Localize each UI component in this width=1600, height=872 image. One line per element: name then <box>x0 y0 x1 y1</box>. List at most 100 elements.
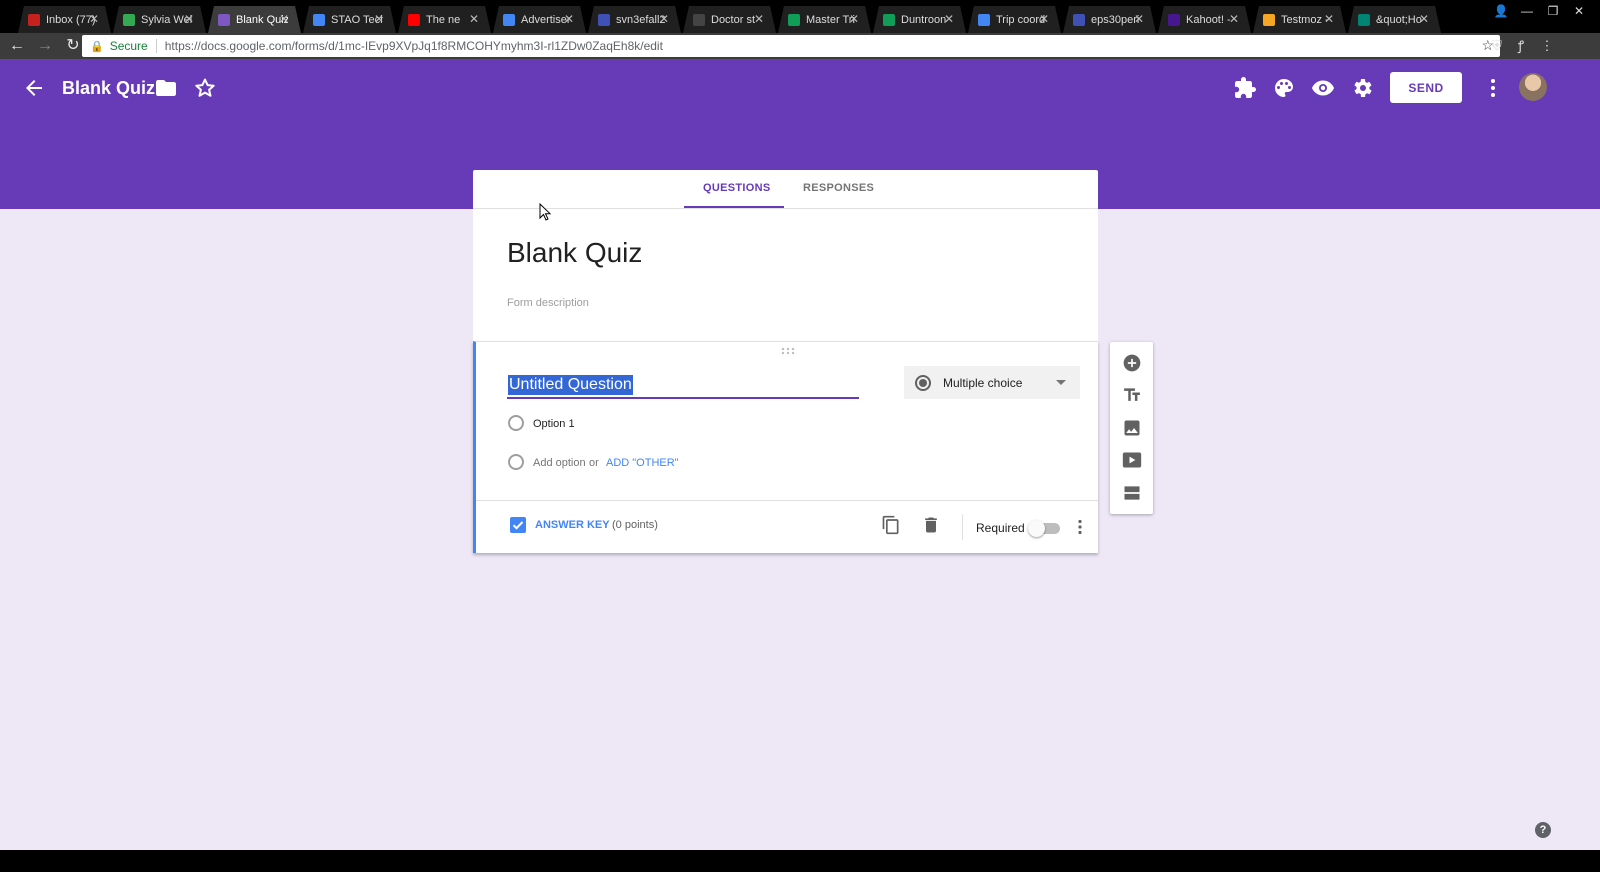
question-footer-divider <box>476 500 1098 501</box>
browser-tab[interactable]: STAO Tech ✕ <box>303 6 396 33</box>
question-side-toolbar <box>1110 342 1153 514</box>
forward-button[interactable]: → <box>34 35 56 57</box>
close-tab-icon[interactable]: ✕ <box>1134 12 1144 26</box>
duplicate-icon[interactable] <box>881 515 901 535</box>
required-toggle-knob[interactable] <box>1028 520 1045 537</box>
option-radio-icon <box>508 415 524 431</box>
browser-tab[interactable]: Blank Quiz ✕ <box>208 6 301 33</box>
close-tab-icon[interactable]: ✕ <box>1039 12 1049 26</box>
send-button[interactable]: SEND <box>1390 72 1462 103</box>
close-tab-icon[interactable]: ✕ <box>659 12 669 26</box>
points-label: (0 points) <box>612 519 658 531</box>
palette-icon[interactable] <box>1272 76 1296 100</box>
secure-label: Secure <box>109 39 148 53</box>
close-tab-icon[interactable]: ✕ <box>564 12 574 26</box>
add-section-icon[interactable] <box>1122 483 1142 503</box>
add-option-radio-icon <box>508 454 524 470</box>
question-more-icon[interactable] <box>1073 519 1087 535</box>
help-button[interactable]: ? <box>1535 822 1551 838</box>
close-tab-icon[interactable]: ✕ <box>374 12 384 26</box>
browser-tab[interactable]: &quot;Ho ✕ <box>1348 6 1441 33</box>
add-other-link[interactable]: ADD "OTHER" <box>606 457 679 469</box>
close-tab-icon[interactable]: ✕ <box>184 12 194 26</box>
browser-tab[interactable]: Trip coord ✕ <box>968 6 1061 33</box>
settings-gear-icon[interactable] <box>1350 76 1374 100</box>
add-ons-puzzle-icon[interactable] <box>1233 76 1257 100</box>
browser-tab[interactable]: Sylvia Wel ✕ <box>113 6 206 33</box>
browser-tab[interactable]: Master Tri ✕ <box>778 6 871 33</box>
address-bar[interactable]: 🔒 Secure https://docs.google.com/forms/d… <box>82 35 1500 57</box>
folder-icon[interactable] <box>154 76 178 100</box>
avatar[interactable] <box>1519 73 1547 101</box>
close-tab-icon[interactable]: ✕ <box>279 12 289 26</box>
close-tab-icon[interactable]: ✕ <box>1229 12 1239 26</box>
form-title[interactable]: Blank Quiz <box>507 237 642 269</box>
close-tab-icon[interactable]: ✕ <box>754 12 764 26</box>
question-type-select[interactable]: Multiple choice <box>904 366 1080 399</box>
kahoot-icon <box>1168 13 1180 26</box>
form-header-card: QUESTIONS RESPONSES Blank Quiz Form desc… <box>473 170 1098 341</box>
sheets-icon <box>883 13 895 26</box>
extension-shield-icon[interactable]: ⛨ <box>1486 35 1508 57</box>
youtube-icon <box>408 13 420 26</box>
browser-tab[interactable]: The ne ✕ <box>398 6 491 33</box>
answer-key-button[interactable]: ANSWER KEY <box>535 519 610 531</box>
browser-toolbar: ← → ↻ 🔒 Secure https://docs.google.com/f… <box>0 33 1600 59</box>
browser-tab[interactable]: Kahoot! - ✕ <box>1158 6 1251 33</box>
option-1-input[interactable]: Option 1 <box>533 418 575 430</box>
extension-flame-icon[interactable]: ꝭ <box>1510 35 1532 57</box>
reload-button[interactable]: ↻ <box>62 35 84 57</box>
page-title[interactable]: Blank Quiz <box>62 78 155 99</box>
add-title-text-icon[interactable] <box>1122 385 1142 405</box>
testmoz-icon <box>1263 13 1275 26</box>
browser-tab[interactable]: Inbox (77) ✕ <box>18 6 111 33</box>
tab-questions[interactable]: QUESTIONS <box>703 182 771 194</box>
bing-icon <box>1358 13 1370 26</box>
delete-trash-icon[interactable] <box>921 515 941 535</box>
close-tab-icon[interactable]: ✕ <box>944 12 954 26</box>
close-tab-icon[interactable]: ✕ <box>849 12 859 26</box>
forms-icon <box>1073 13 1085 26</box>
close-tab-icon[interactable]: ✕ <box>469 12 479 26</box>
lock-icon: 🔒 <box>90 40 104 53</box>
question-title-underline <box>507 397 859 399</box>
taskbar-edge <box>0 850 1600 872</box>
preview-eye-icon[interactable] <box>1311 76 1335 100</box>
question-card[interactable]: Untitled Question Multiple choice Option… <box>473 341 1098 553</box>
url-text[interactable]: https://docs.google.com/forms/d/1mc-IEvp… <box>165 39 663 53</box>
browser-tab[interactable]: eps30peri ✕ <box>1063 6 1156 33</box>
browser-tab[interactable]: Duntroon ✕ <box>873 6 966 33</box>
browser-tab[interactable]: Testmoz - ✕ <box>1253 6 1346 33</box>
tab-responses[interactable]: RESPONSES <box>803 182 874 194</box>
more-options-icon[interactable] <box>1481 76 1505 100</box>
profile-icon[interactable]: 👤 <box>1490 2 1512 20</box>
close-tab-icon[interactable]: ✕ <box>1324 12 1334 26</box>
form-description-field[interactable]: Form description <box>507 297 589 309</box>
close-tab-icon[interactable]: ✕ <box>89 12 99 26</box>
question-type-label: Multiple choice <box>943 375 1023 390</box>
browser-tab[interactable]: svn3efall2 ✕ <box>588 6 681 33</box>
close-tab-icon[interactable]: ✕ <box>1419 12 1429 26</box>
answer-key-checkbox-icon[interactable] <box>510 517 526 533</box>
close-window-button[interactable]: ✕ <box>1568 2 1590 20</box>
browser-tab[interactable]: Advertiser ✕ <box>493 6 586 33</box>
drag-handle-icon[interactable] <box>781 347 795 355</box>
add-video-icon[interactable] <box>1122 450 1142 470</box>
browser-tab[interactable]: Doctor st ✕ <box>683 6 776 33</box>
docs-icon <box>313 13 325 26</box>
forms-icon <box>218 13 230 26</box>
docs-icon <box>978 13 990 26</box>
back-button[interactable]: ← <box>6 35 28 57</box>
add-option-input[interactable]: Add option <box>533 457 586 469</box>
add-question-icon[interactable] <box>1122 353 1142 373</box>
gmail-icon <box>28 13 40 26</box>
add-image-icon[interactable] <box>1122 418 1142 438</box>
chrome-menu-icon[interactable]: ⋮ <box>1536 35 1558 57</box>
browser-tab-strip: Inbox (77) ✕ Sylvia Wel ✕ Blank Quiz ✕ STAO Te… <box>0 0 1600 33</box>
question-title-input[interactable]: Untitled Question <box>508 375 633 395</box>
star-icon[interactable] <box>193 76 217 100</box>
minimize-button[interactable]: — <box>1516 2 1538 20</box>
back-arrow-icon[interactable] <box>22 76 46 100</box>
maximize-button[interactable]: ❐ <box>1542 2 1564 20</box>
radio-checked-icon <box>915 374 931 391</box>
